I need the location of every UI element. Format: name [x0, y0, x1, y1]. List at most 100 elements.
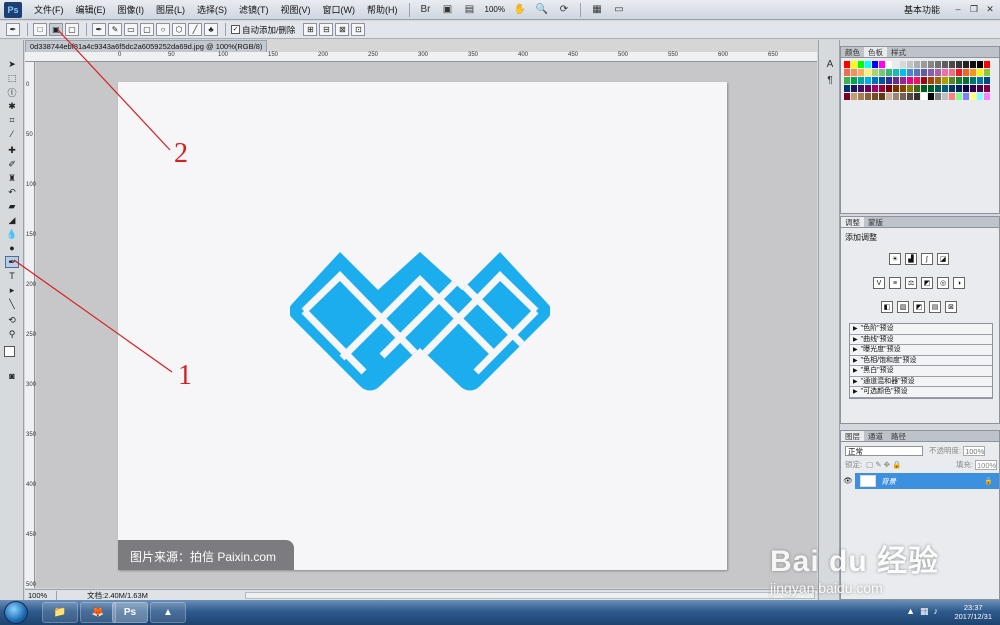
color-swatch[interactable] [858, 77, 864, 84]
restore-icon[interactable]: ❐ [968, 3, 980, 15]
opacity-field[interactable]: 100% [963, 445, 986, 456]
preset-selective-color[interactable]: ▶ "可选颜色"预设 [850, 387, 992, 398]
rounded-rectangle-icon[interactable]: ▢ [140, 23, 154, 36]
document-tab[interactable]: 0d338744ebf81a4c9343a6f5dc2a6059252da69d… [25, 40, 268, 52]
bridge-icon[interactable]: Br [418, 3, 434, 17]
color-swatch[interactable] [872, 93, 878, 100]
menu-view[interactable]: 视图(V) [275, 3, 317, 16]
color-swatch[interactable] [900, 77, 906, 84]
auto-add-delete-checkbox[interactable]: ✓ [231, 25, 240, 34]
color-swatch[interactable] [984, 61, 990, 68]
color-swatch[interactable] [907, 77, 913, 84]
color-swatch[interactable] [984, 93, 990, 100]
arrange-documents-icon[interactable]: ▦ [589, 3, 605, 17]
color-swatch[interactable] [977, 85, 983, 92]
color-swatch[interactable] [844, 93, 850, 100]
color-swatch[interactable] [935, 61, 941, 68]
color-swatch[interactable] [935, 77, 941, 84]
posterize-icon[interactable]: ▨ [897, 301, 909, 313]
color-swatch[interactable] [970, 69, 976, 76]
color-swatch[interactable] [851, 69, 857, 76]
color-swatch[interactable] [921, 77, 927, 84]
network-icon[interactable]: ▦ [920, 606, 929, 617]
color-swatch[interactable] [921, 93, 927, 100]
color-swatch[interactable] [851, 77, 857, 84]
minimize-icon[interactable]: – [952, 3, 964, 15]
crop-tool-icon[interactable]: ⌗ [5, 114, 19, 126]
menu-layer[interactable]: 图层(L) [150, 3, 191, 16]
gradient-map-icon[interactable]: ▤ [929, 301, 941, 313]
color-swatch[interactable] [942, 77, 948, 84]
shape-layers-icon[interactable]: □ [33, 23, 47, 36]
preset-curves[interactable]: ▶ "曲线"预设 [850, 335, 992, 345]
document-size[interactable]: 文档:2.40M/1.63M [87, 590, 148, 601]
color-swatch[interactable] [984, 77, 990, 84]
rotate-view-icon[interactable]: ⟳ [556, 3, 572, 17]
history-brush-tool-icon[interactable]: ↶ [5, 186, 19, 198]
eyedropper-tool-icon[interactable]: ⁄ [5, 128, 19, 140]
color-swatch[interactable] [900, 93, 906, 100]
preset-hue-saturation[interactable]: ▶ "色相/饱和度"预设 [850, 356, 992, 366]
path-intersect-icon[interactable]: ⊠ [335, 23, 350, 36]
preset-black-white[interactable]: ▶ "黑白"预设 [850, 366, 992, 377]
color-swatch[interactable] [886, 69, 892, 76]
color-swatch[interactable] [963, 69, 969, 76]
color-swatch[interactable] [928, 93, 934, 100]
color-swatch[interactable] [879, 77, 885, 84]
color-swatch[interactable] [858, 93, 864, 100]
color-swatch[interactable] [914, 61, 920, 68]
tab-swatches[interactable]: 色板 [864, 47, 887, 57]
screen-mode-icon[interactable]: ▭ [611, 3, 627, 17]
blend-mode-select[interactable]: 正常 [845, 445, 923, 456]
document-canvas[interactable]: 图片来源：拍信 Paixin.com [118, 82, 727, 570]
color-swatch[interactable] [963, 85, 969, 92]
color-swatch[interactable] [914, 69, 920, 76]
color-swatch[interactable] [907, 85, 913, 92]
threshold-icon[interactable]: ◩ [913, 301, 925, 313]
color-swatch[interactable] [977, 77, 983, 84]
color-swatch[interactable] [928, 77, 934, 84]
color-swatch[interactable] [844, 85, 850, 92]
quick-mask-icon[interactable]: ◙ [5, 370, 19, 382]
color-swatch[interactable] [879, 69, 885, 76]
color-swatch[interactable] [865, 69, 871, 76]
path-exclude-icon[interactable]: ⊡ [351, 23, 366, 36]
color-swatch[interactable] [844, 61, 850, 68]
fill-field[interactable]: 100% [975, 459, 997, 470]
color-swatch[interactable] [886, 85, 892, 92]
color-swatch[interactable] [858, 85, 864, 92]
color-swatch[interactable] [935, 93, 941, 100]
rectangle-icon[interactable]: ▭ [124, 23, 138, 36]
paragraph-panel-icon[interactable]: ¶ [824, 74, 836, 86]
invert-icon[interactable]: ◧ [881, 301, 893, 313]
color-swatch[interactable] [858, 61, 864, 68]
color-swatch[interactable] [942, 85, 948, 92]
color-swatch[interactable] [956, 85, 962, 92]
eraser-tool-icon[interactable]: ▰ [5, 200, 19, 212]
3d-rotate-tool-icon[interactable]: ⟲ [5, 314, 19, 326]
type-tool-icon[interactable]: T [5, 270, 19, 282]
color-swatch[interactable] [865, 77, 871, 84]
view-extras-icon[interactable]: ▤ [462, 3, 478, 17]
zoom-tool-icon[interactable]: 🔍 [534, 3, 550, 17]
color-swatch[interactable] [963, 61, 969, 68]
color-swatch[interactable] [956, 61, 962, 68]
menu-image[interactable]: 图像(I) [112, 3, 151, 16]
color-swatch[interactable] [970, 93, 976, 100]
color-swatch[interactable] [949, 93, 955, 100]
color-swatch[interactable] [900, 61, 906, 68]
color-swatch[interactable] [928, 61, 934, 68]
color-swatch[interactable] [886, 77, 892, 84]
color-swatch[interactable] [984, 69, 990, 76]
color-swatch[interactable] [893, 61, 899, 68]
move-tool-icon[interactable]: ➤ [5, 58, 19, 70]
clone-stamp-tool-icon[interactable]: ♜ [5, 172, 19, 184]
color-swatch[interactable] [949, 61, 955, 68]
paint-bucket-tool-icon[interactable]: ◢ [5, 214, 19, 226]
horizontal-scrollbar[interactable] [245, 592, 815, 599]
polygon-icon[interactable]: ⬡ [172, 23, 186, 36]
color-swatch[interactable] [970, 61, 976, 68]
photoshop-taskbar-button[interactable]: Ps [112, 602, 148, 623]
color-swatch[interactable] [963, 93, 969, 100]
explorer-taskbar-button[interactable]: 📁 [42, 602, 78, 623]
